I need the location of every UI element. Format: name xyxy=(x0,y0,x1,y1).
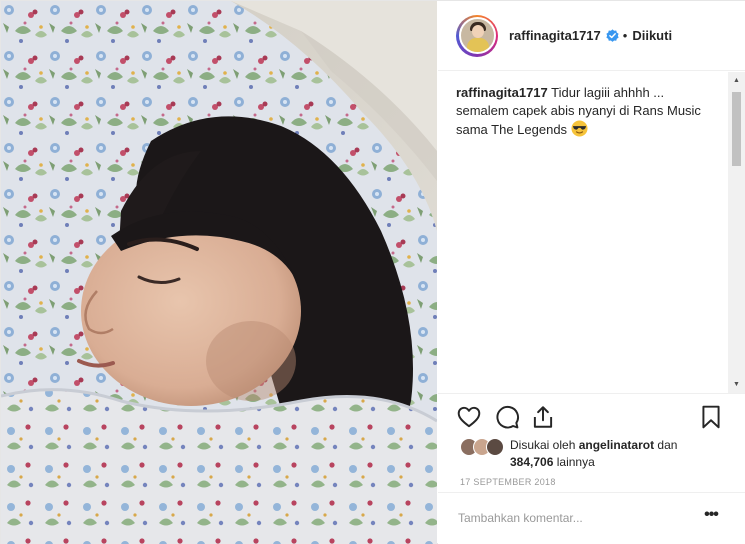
likes-summary: Disukai oleh angelinatarot dan 384,706 l… xyxy=(460,437,730,473)
comments-scrollbar[interactable]: ▲ ▼ xyxy=(728,72,745,393)
action-bar xyxy=(438,393,745,439)
scroll-thumb[interactable] xyxy=(732,92,741,166)
caption: raffinagita1717 Tidur lagiii ahhhh ... s… xyxy=(456,84,718,139)
username-link[interactable]: raffinagita1717 xyxy=(509,28,601,43)
post-sidebar: raffinagita1717 • Diikuti raffinagita171… xyxy=(438,1,745,544)
post-photo[interactable] xyxy=(1,1,437,544)
likes-text: Disukai oleh angelinatarot dan 384,706 l… xyxy=(510,437,720,471)
share-icon xyxy=(533,406,553,428)
save-button[interactable] xyxy=(698,404,724,430)
following-button[interactable]: Diikuti xyxy=(632,28,672,43)
comment-bubble-icon xyxy=(496,406,519,429)
liker-avatar xyxy=(486,438,504,456)
verified-badge-icon xyxy=(606,29,619,42)
comment-button[interactable] xyxy=(494,404,520,430)
instagram-post: raffinagita1717 • Diikuti raffinagita171… xyxy=(0,0,745,544)
sleeping-woman-photo xyxy=(1,1,437,544)
post-date[interactable]: 17 SEPTEMBER 2018 xyxy=(460,477,556,487)
like-button[interactable] xyxy=(456,404,482,430)
liker-avatars[interactable] xyxy=(460,438,508,458)
caption-username[interactable]: raffinagita1717 xyxy=(456,85,548,100)
scroll-up-arrow-icon[interactable]: ▲ xyxy=(728,72,745,89)
likes-others: lainnya xyxy=(556,455,595,469)
profile-avatar[interactable] xyxy=(456,14,498,57)
more-options-icon[interactable]: ••• xyxy=(700,506,722,526)
bookmark-icon xyxy=(702,405,720,429)
heart-icon xyxy=(457,406,481,428)
avatar-image xyxy=(458,17,496,54)
post-header: raffinagita1717 • Diikuti xyxy=(438,1,745,71)
sunglasses-emoji-icon xyxy=(571,120,588,137)
likes-prefix: Disukai oleh xyxy=(510,438,576,452)
add-comment-bar: ••• xyxy=(438,492,745,544)
likes-and: dan xyxy=(657,438,678,452)
comments-section[interactable]: raffinagita1717 Tidur lagiii ahhhh ... s… xyxy=(438,72,745,393)
liker-username-link[interactable]: angelinatarot xyxy=(579,438,654,452)
comment-input[interactable] xyxy=(458,508,678,528)
separator-dot: • xyxy=(622,28,628,43)
share-button[interactable] xyxy=(530,404,556,430)
likes-count-link[interactable]: 384,706 xyxy=(510,455,553,469)
scroll-down-arrow-icon[interactable]: ▼ xyxy=(728,376,745,393)
